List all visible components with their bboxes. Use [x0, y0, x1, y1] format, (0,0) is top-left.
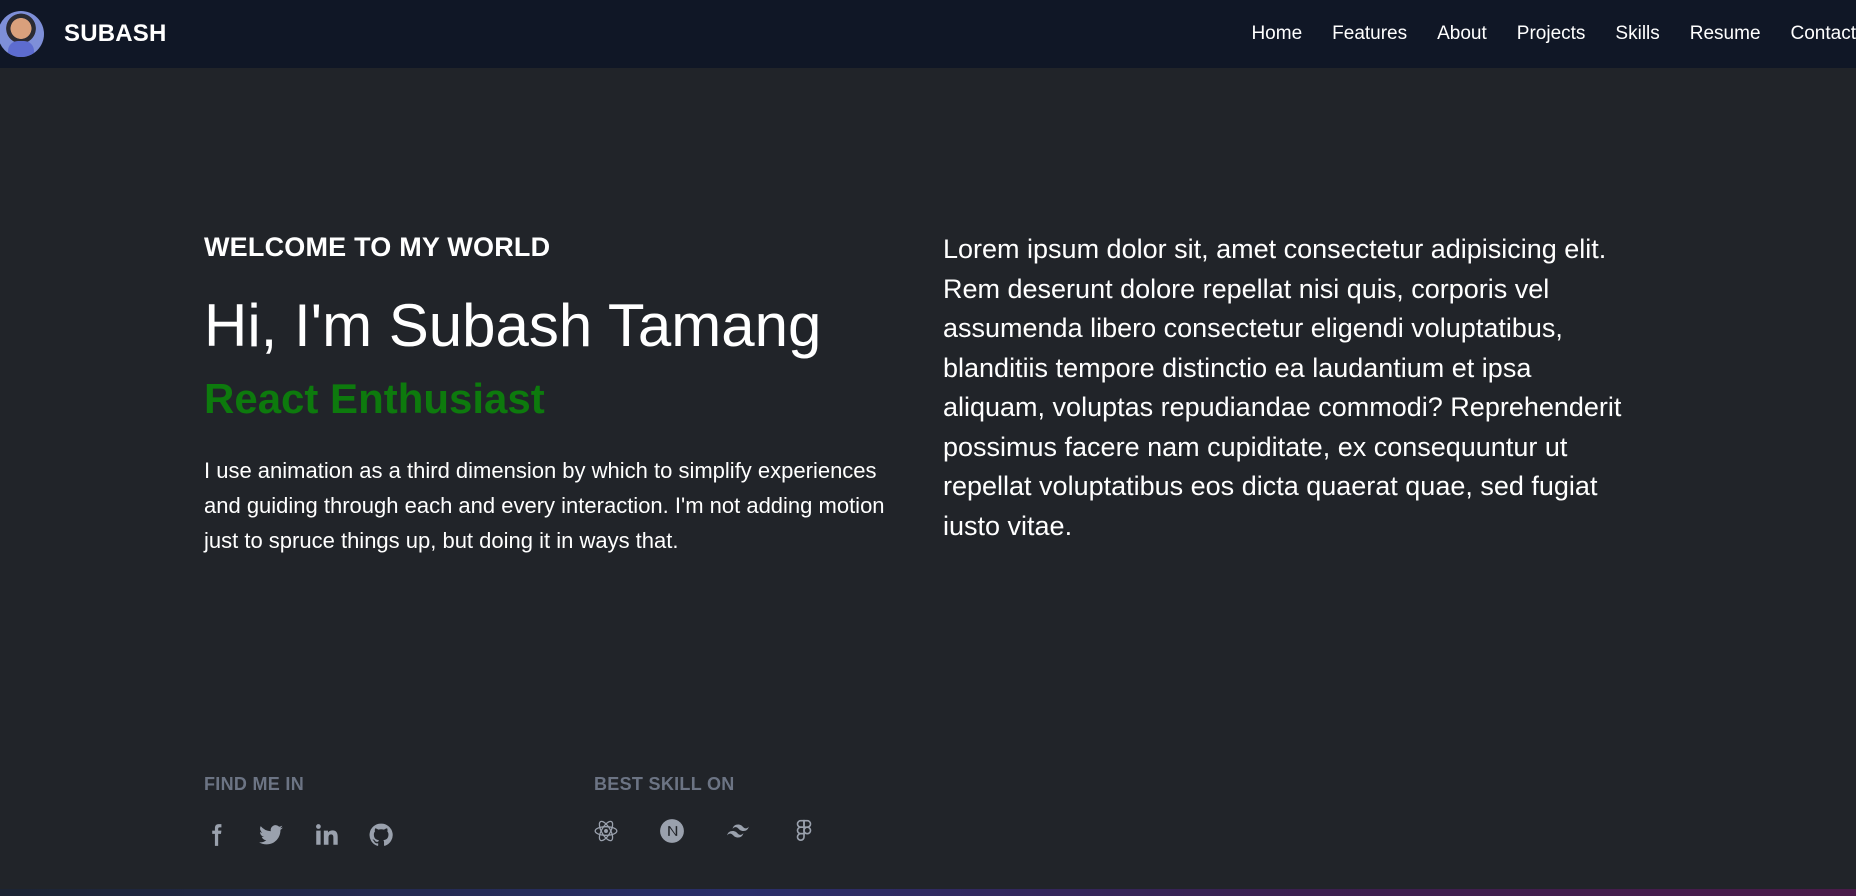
react-icon [592, 817, 620, 845]
nav-link-projects[interactable]: Projects [1517, 23, 1586, 45]
hero-lorem-text: Lorem ipsum dolor sit, amet consectetur … [943, 234, 1622, 541]
github-icon[interactable] [367, 821, 395, 849]
hero-intro: WELCOME TO MY WORLD Hi, I'm Subash Taman… [204, 232, 924, 558]
nav-link-resume[interactable]: Resume [1690, 23, 1761, 45]
best-skill-label: BEST SKILL ON [594, 774, 735, 794]
nav-link-features[interactable]: Features [1332, 23, 1407, 45]
avatar [0, 11, 44, 57]
facebook-icon[interactable] [202, 821, 230, 849]
figma-icon [790, 817, 818, 845]
hero-role: React Enthusiast [204, 375, 545, 422]
nav-link-home[interactable]: Home [1251, 23, 1302, 45]
linkedin-icon[interactable] [312, 821, 340, 849]
hero-title: Hi, I'm Subash Tamang [204, 292, 822, 359]
brand-name: SUBASH [64, 20, 167, 47]
welcome-heading: WELCOME TO MY WORLD [204, 232, 551, 262]
nav-link-contact[interactable]: Contact [1791, 23, 1856, 45]
twitter-icon[interactable] [257, 821, 285, 849]
nav-link-about[interactable]: About [1437, 23, 1487, 45]
hero-description: I use animation as a third dimension by … [204, 458, 885, 553]
nav-links: Home Features About Projects Skills Resu… [1221, 0, 1856, 68]
tailwind-icon [724, 817, 752, 845]
bottom-gradient-bar [0, 889, 1856, 896]
brand[interactable]: SUBASH [0, 0, 167, 68]
social-icons [202, 821, 395, 849]
find-me-label: FIND ME IN [204, 774, 304, 794]
nav-link-skills[interactable]: Skills [1615, 23, 1659, 45]
skill-icons [592, 817, 818, 845]
navbar: SUBASH Home Features About Projects Skil… [0, 0, 1856, 68]
nextjs-icon [658, 817, 686, 845]
